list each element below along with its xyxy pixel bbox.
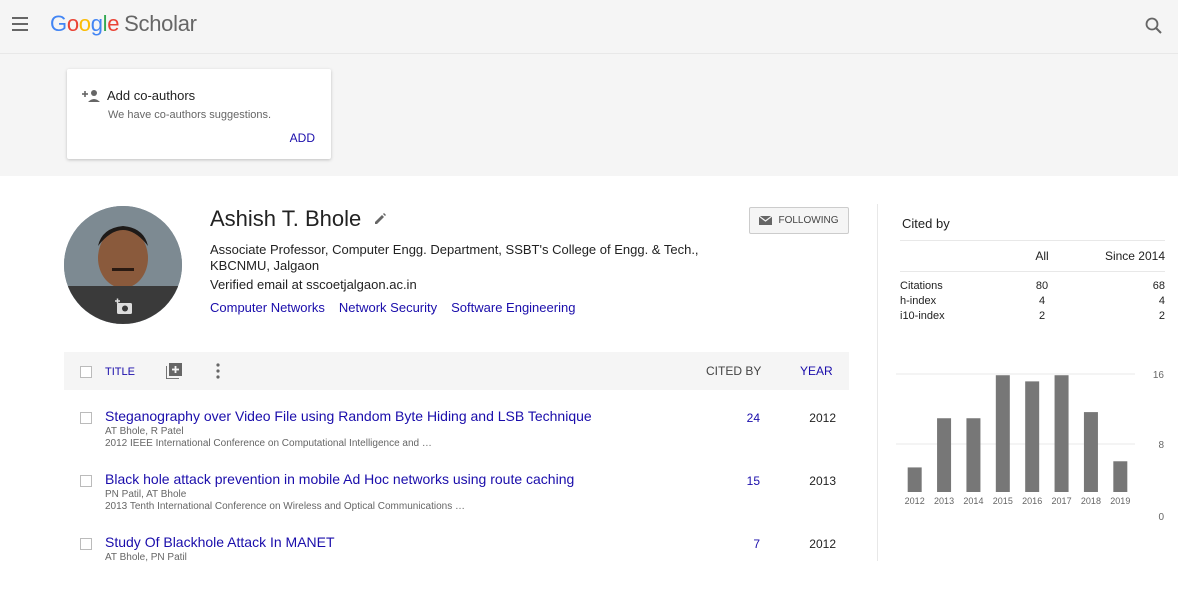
stat-label[interactable]: Citations: [900, 280, 943, 292]
article-title[interactable]: Black hole attack prevention in mobile A…: [105, 471, 574, 487]
interest-computer-networks[interactable]: Computer Networks: [210, 300, 325, 315]
select-all-checkbox[interactable]: [80, 366, 92, 378]
chart-bar-2017[interactable]: [1054, 375, 1069, 492]
cited-by-count[interactable]: 24: [704, 411, 760, 425]
cited-by-count[interactable]: 15: [704, 474, 760, 488]
sort-by-year[interactable]: YEAR: [800, 364, 833, 378]
sort-by-title[interactable]: TITLE: [105, 366, 135, 378]
following-label: FOLLOWING: [778, 215, 839, 226]
top-bar: Google Scholar: [0, 0, 1178, 54]
x-tick-label: 2013: [934, 496, 954, 506]
stat-since: 68: [1152, 280, 1165, 292]
citation-stats-table: All Since 2014 Citations 80 68 h-index 4…: [900, 240, 1165, 325]
add-coauthors-button[interactable]: ADD: [290, 131, 315, 145]
profile-name-row: Ashish T. Bhole: [210, 206, 387, 232]
more-options-icon[interactable]: [215, 363, 221, 379]
row-checkbox[interactable]: [80, 475, 92, 487]
research-interests: Computer Networks Network Security Softw…: [210, 300, 575, 315]
article-authors: PN Patil, AT Bhole: [105, 489, 187, 500]
stat-row: h-index 4 4: [900, 295, 1165, 310]
chart-bar-2018[interactable]: [1083, 412, 1098, 492]
article-title[interactable]: Steganography over Video File using Rand…: [105, 408, 592, 424]
table-row: Study Of Blackhole Attack In MANET AT Bh…: [64, 534, 849, 594]
x-tick-label: 2018: [1081, 496, 1101, 506]
article-venue: 2012 IEEE International Conference on Co…: [105, 438, 432, 449]
stat-row: Citations 80 68: [900, 280, 1165, 295]
stat-all: 80: [1035, 280, 1049, 292]
col-since-2014[interactable]: Since 2014: [1105, 249, 1165, 263]
cited-by-panel: Cited by All Since 2014 Citations 80 68 …: [877, 204, 1178, 561]
chart-bar-2019[interactable]: [1113, 461, 1128, 492]
stat-row: i10-index 2 2: [900, 310, 1165, 325]
interest-software-engineering[interactable]: Software Engineering: [451, 300, 575, 315]
following-button[interactable]: FOLLOWING: [749, 207, 849, 234]
article-title[interactable]: Study Of Blackhole Attack In MANET: [105, 534, 335, 550]
article-authors: AT Bhole, R Patel: [105, 426, 184, 437]
article-year: 2012: [809, 411, 836, 425]
chart-bar-2016[interactable]: [1025, 381, 1040, 492]
chart-bar-2014[interactable]: [966, 418, 981, 492]
y-tick-label: 8: [1158, 440, 1164, 451]
cited-by-heading: Cited by: [902, 216, 950, 231]
mail-icon: [759, 216, 773, 225]
interest-network-security[interactable]: Network Security: [339, 300, 437, 315]
article-year: 2012: [809, 537, 836, 551]
sort-by-cited[interactable]: CITED BY: [706, 364, 761, 378]
profile-name: Ashish T. Bhole: [210, 206, 362, 231]
x-tick-label: 2016: [1022, 496, 1042, 506]
articles-table-header: TITLE CITED BY YEAR: [64, 352, 849, 390]
x-tick-label: 2019: [1110, 496, 1130, 506]
citations-per-year-chart: 0 8 16 2012 2013 2014 2015 2016 2017 2018 2019: [896, 370, 1165, 523]
x-tick-label: 2017: [1052, 496, 1072, 506]
chart-bar-2013[interactable]: [937, 418, 952, 492]
add-coauthors-card: Add co-authors We have co-authors sugges…: [67, 69, 331, 159]
chart-bar-2012[interactable]: [907, 467, 922, 492]
add-to-library-icon[interactable]: [166, 363, 182, 379]
stat-all: 4: [1038, 295, 1046, 307]
stat-label[interactable]: h-index: [900, 295, 936, 307]
profile-email: Verified email at sscoetjalgaon.ac.in: [210, 277, 417, 292]
table-row: Steganography over Video File using Rand…: [64, 408, 849, 468]
edit-pencil-icon[interactable]: [373, 212, 387, 226]
row-checkbox[interactable]: [80, 538, 92, 550]
search-icon[interactable]: [1144, 16, 1164, 36]
y-tick-label: 0: [1158, 512, 1164, 523]
x-tick-label: 2015: [993, 496, 1013, 506]
stat-since: 2: [1158, 310, 1165, 322]
article-year: 2013: [809, 474, 836, 488]
article-venue: 2013 Tenth International Conference on W…: [105, 501, 466, 512]
card-text: We have co-authors suggestions.: [108, 109, 272, 121]
add-person-icon: [82, 89, 100, 102]
profile-affiliation: Associate Professor, Computer Engg. Depa…: [210, 242, 699, 273]
table-row: Black hole attack prevention in mobile A…: [64, 471, 849, 531]
y-tick-label: 16: [1153, 370, 1165, 381]
chart-bar-2015[interactable]: [995, 375, 1010, 492]
article-authors: AT Bhole, PN Patil: [105, 552, 187, 563]
add-photo-camera-icon[interactable]: [114, 298, 134, 316]
stat-since: 4: [1158, 295, 1165, 307]
x-tick-label: 2012: [905, 496, 925, 506]
card-title: Add co-authors: [107, 88, 196, 103]
stat-label[interactable]: i10-index: [900, 310, 945, 322]
x-tick-label: 2014: [963, 496, 983, 506]
col-all[interactable]: All: [1012, 249, 1072, 263]
stat-all: 2: [1038, 310, 1046, 322]
cited-by-count[interactable]: 7: [704, 537, 760, 551]
google-scholar-logo[interactable]: Google Scholar: [50, 11, 197, 37]
row-checkbox[interactable]: [80, 412, 92, 424]
hamburger-menu-icon[interactable]: [12, 17, 28, 31]
